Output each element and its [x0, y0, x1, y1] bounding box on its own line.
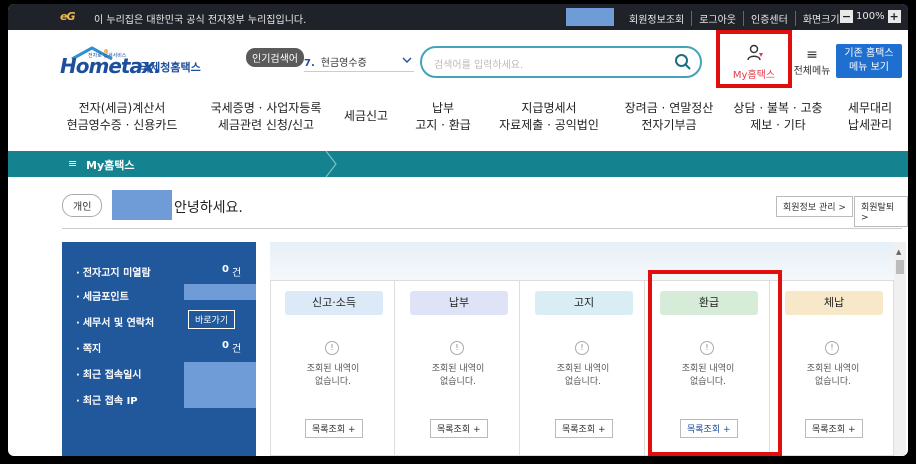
unread-notice-label[interactable]: 전자고지 미열람 — [76, 264, 151, 279]
nav-payment[interactable]: 납부 고지 · 환급 — [408, 100, 478, 134]
last-ip-label: 최근 접속 IP — [76, 392, 138, 407]
nav-statements[interactable]: 지급명세서 자료제출 · 공익법인 — [494, 100, 604, 134]
note-count: 0 — [222, 340, 229, 351]
card-title[interactable]: 납부 — [410, 291, 508, 315]
list-view-button[interactable]: 목록조회 + — [555, 419, 613, 438]
old-menu-line1: 기존 홈택스 — [844, 48, 894, 59]
note-unit: 건 — [232, 344, 242, 355]
info-icon: ! — [450, 341, 464, 355]
card-title[interactable]: 신고·소득 — [285, 291, 383, 315]
user-summary-panel: 전자고지 미열람 0 건 세금포인트 세무서 및 연락처 바로가기 쪽지 0 건… — [62, 242, 256, 456]
breadcrumb-my-hometax[interactable]: My홈택스 — [86, 157, 134, 173]
card-message: 조회된 내역이 없습니다. — [306, 364, 360, 387]
tax-point-redaction — [184, 284, 256, 300]
last-access-label: 최근 접속일시 — [76, 366, 142, 381]
scroll-up-icon[interactable]: ▲ — [896, 248, 901, 256]
list-view-button[interactable]: 목록조회 + — [305, 419, 363, 438]
card-message: 조회된 내역이 없습니다. — [556, 364, 610, 387]
my-hometax-label: My홈택스 — [732, 70, 776, 81]
nav-certificate[interactable]: 국세증명 · 사업자등록 세금관련 신청/신고 — [204, 100, 328, 134]
hometax-logo[interactable]: 전자로 납세서비스 Hometax. 국세청홈택스 — [60, 46, 210, 86]
card-message: 조회된 내역이 없습니다. — [431, 364, 485, 387]
card-payment: 납부 ! 조회된 내역이 없습니다. 목록조회 + — [396, 281, 520, 456]
breadcrumb-arrow-icon — [325, 151, 337, 177]
card-title[interactable]: 고지 — [535, 291, 633, 315]
unread-notice-unit: 건 — [232, 268, 242, 279]
egov-logo: eG — [60, 10, 76, 23]
popular-rank: 7. — [304, 58, 315, 69]
cert-center-link[interactable]: 인증센터 — [743, 11, 795, 26]
withdraw-button[interactable]: 회원탈퇴 > — [854, 196, 908, 227]
info-icon: ! — [825, 341, 839, 355]
all-menu-label: 전체메뉴 — [793, 66, 831, 77]
my-hometax-button[interactable]: My홈택스 — [716, 30, 792, 88]
greeting-text: 안녕하세요. — [174, 200, 243, 216]
main-nav: 전자(세금)계산서 현금영수증 · 신용카드 국세증명 · 사업자등록 세금관련 신… — [8, 100, 908, 146]
access-info-redaction — [184, 362, 256, 408]
zoom-in-button[interactable]: + — [887, 10, 901, 23]
zoom-level: 100% — [856, 11, 885, 22]
old-menu-button[interactable]: 기존 홈택스 메뉴 보기 — [836, 44, 902, 78]
refund-highlight-box — [648, 270, 782, 456]
popular-term: 현금영수증 — [320, 58, 367, 69]
nav-incentive[interactable]: 장려금 · 연말정산 전자기부금 — [614, 100, 724, 134]
banner-area — [270, 242, 894, 280]
search-icon[interactable] — [674, 53, 692, 71]
card-notice: 고지 ! 조회된 내역이 없습니다. 목록조회 + — [521, 281, 645, 456]
divider — [62, 228, 902, 229]
card-report: 신고·소득 ! 조회된 내역이 없습니다. 목록조회 + — [271, 281, 395, 456]
info-icon: ! — [575, 341, 589, 355]
nav-consult[interactable]: 상담 · 불복 · 고충 제보 · 기타 — [730, 100, 826, 134]
person-icon — [747, 44, 763, 61]
unread-notice-count: 0 — [222, 264, 229, 275]
list-view-button[interactable]: 목록조회 + — [805, 419, 863, 438]
card-message: 조회된 내역이 없습니다. — [806, 364, 860, 387]
search-input[interactable]: 검색어를 입력하세요. — [434, 56, 523, 71]
nav-tax-report[interactable]: 세금신고 — [336, 100, 396, 125]
scroll-thumb[interactable] — [896, 260, 904, 274]
nav-e-invoice[interactable]: 전자(세금)계산서 현금영수증 · 신용카드 — [60, 100, 184, 134]
card-title[interactable]: 체납 — [785, 291, 883, 315]
all-menu-button[interactable]: ≡ 전체메뉴 — [792, 48, 832, 77]
tax-point-label: 세금포인트 — [76, 288, 129, 303]
chevron-down-icon — [402, 57, 412, 63]
status-cards: 신고·소득 ! 조회된 내역이 없습니다. 목록조회 + 납부 ! 조회된 내역이… — [270, 280, 894, 456]
top-links: 회원정보조회 로그아웃 인증센터 화면크기 — [622, 11, 847, 26]
hamburger-icon: ≡ — [806, 47, 818, 63]
scrollbar[interactable]: ▲ — [894, 242, 906, 456]
menu-icon[interactable]: ≡ — [68, 157, 77, 170]
tax-office-label: 세무서 및 연락처 — [76, 314, 154, 329]
member-info-link[interactable]: 회원정보조회 — [622, 11, 691, 26]
info-icon: ! — [325, 341, 339, 355]
note-label[interactable]: 쪽지 — [76, 340, 101, 355]
gov-notice-bar: eG 이 누리집은 대한민국 공식 전자정부 누리집입니다. 회원정보조회 로그… — [8, 4, 908, 30]
user-name-redaction — [566, 8, 614, 26]
search-box[interactable]: 검색어를 입력하세요. — [420, 46, 702, 78]
zoom-out-button[interactable]: − — [840, 10, 853, 23]
user-name-redaction-box — [112, 190, 172, 220]
my-hometax-bar: ≡ My홈택스 — [8, 151, 908, 177]
screen-size-label: 화면크기 — [794, 11, 847, 26]
nav-tax-agent[interactable]: 세무대리 납세관리 — [840, 100, 900, 134]
list-view-button[interactable]: 목록조회 + — [430, 419, 488, 438]
browser-frame: eG 이 누리집은 대한민국 공식 전자정부 누리집입니다. 회원정보조회 로그… — [8, 4, 908, 456]
popular-search-label: 인기검색어 — [246, 48, 304, 67]
old-menu-line2: 메뉴 보기 — [849, 62, 889, 73]
card-arrears: 체납 ! 조회된 내역이 없습니다. 목록조회 + — [771, 281, 895, 456]
goto-button[interactable]: 바로가기 — [188, 310, 236, 329]
logout-link[interactable]: 로그아웃 — [691, 11, 743, 26]
member-info-manage-button[interactable]: 회원정보 관리 > — [776, 196, 853, 217]
user-type-badge: 개인 — [62, 194, 103, 217]
zoom-control: − 100% + — [840, 10, 901, 23]
gov-notice-text: 이 누리집은 대한민국 공식 전자정부 누리집입니다. — [94, 15, 307, 26]
logo-tagline: 국세청홈택스 — [140, 61, 201, 74]
popular-search-dropdown[interactable]: 7. 현금영수증 — [304, 54, 414, 72]
